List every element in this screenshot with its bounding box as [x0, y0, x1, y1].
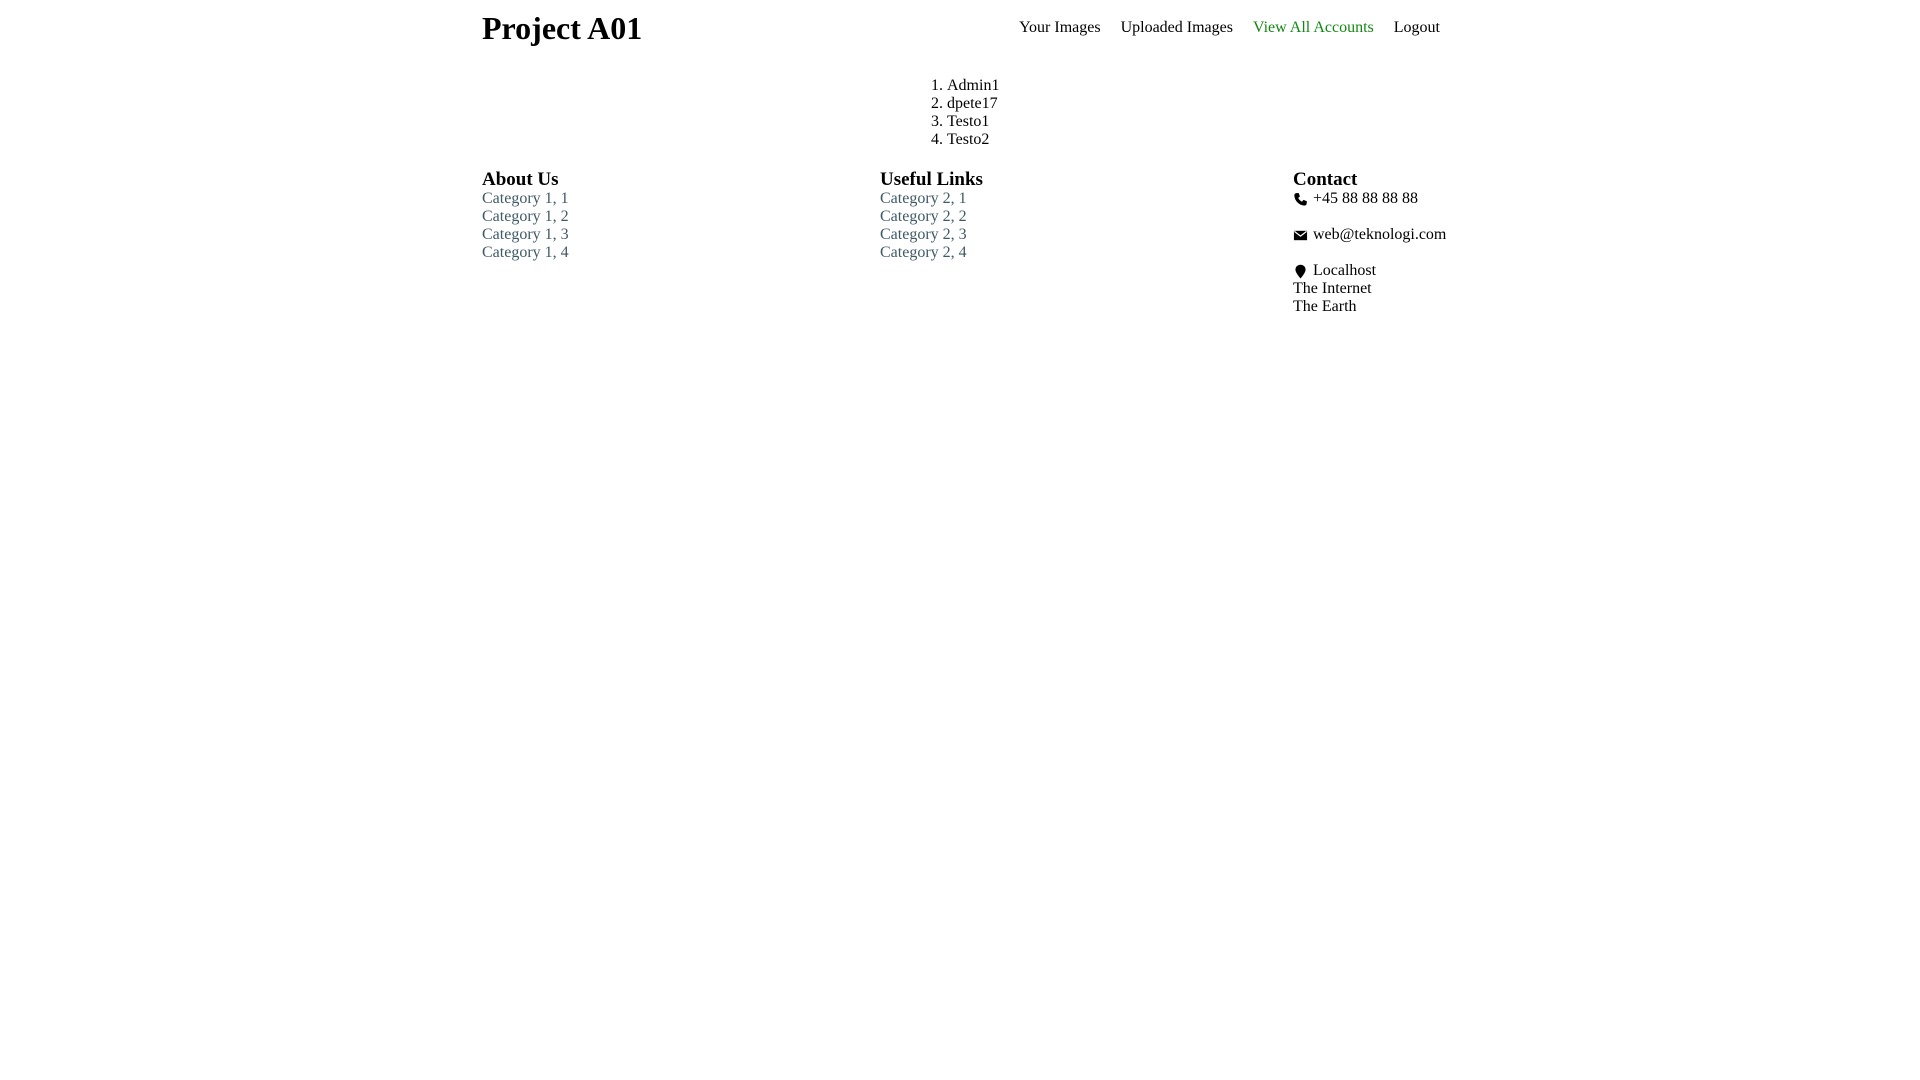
account-item: Admin1	[947, 77, 999, 95]
account-item: dpete17	[947, 95, 999, 113]
main-nav: Your Images Uploaded Images View All Acc…	[1019, 19, 1440, 37]
address-line-1: Localhost	[1313, 262, 1377, 279]
page: Project A01 Your Images Uploaded Images …	[0, 0, 1920, 1080]
nav-logout[interactable]: Logout	[1394, 19, 1440, 37]
about-link-1[interactable]: Category 1, 1	[482, 190, 569, 208]
footer-contact-section: Contact +45 88 88 88 88 web@teknologi.co…	[1293, 170, 1446, 316]
contact-spacer	[1293, 244, 1446, 262]
useful-link-3[interactable]: Category 2, 3	[880, 226, 983, 244]
useful-link-4[interactable]: Category 2, 4	[880, 244, 983, 262]
useful-link-1[interactable]: Category 2, 1	[880, 190, 983, 208]
contact-heading: Contact	[1293, 169, 1358, 190]
contact-phone-text: +45 88 88 88 88	[1313, 190, 1419, 207]
contact-spacer	[1293, 208, 1446, 226]
map-marker-icon	[1293, 264, 1308, 279]
contact-address: Localhost	[1293, 262, 1446, 280]
accounts-list: Admin1 dpete17 Testo1 Testo2	[929, 77, 999, 149]
site-title: Project A01	[482, 10, 643, 46]
nav-uploaded-images[interactable]: Uploaded Images	[1121, 19, 1233, 37]
phone-icon	[1293, 192, 1308, 207]
envelope-icon	[1293, 228, 1308, 243]
contact-email: web@teknologi.com	[1293, 226, 1446, 244]
account-item: Testo2	[947, 131, 999, 149]
footer-useful-links-section: Useful Links Category 2, 1 Category 2, 2…	[880, 170, 983, 262]
footer-about-section: About Us Category 1, 1 Category 1, 2 Cat…	[482, 170, 569, 262]
contact-phone: +45 88 88 88 88	[1293, 190, 1446, 208]
useful-link-2[interactable]: Category 2, 2	[880, 208, 983, 226]
about-link-2[interactable]: Category 1, 2	[482, 208, 569, 226]
site-header: Project A01 Your Images Uploaded Images …	[482, 8, 1440, 48]
nav-view-all-accounts[interactable]: View All Accounts	[1253, 19, 1374, 37]
address-line-2: The Internet	[1293, 280, 1372, 297]
nav-your-images[interactable]: Your Images	[1019, 19, 1100, 37]
account-item: Testo1	[947, 113, 999, 131]
contact-email-text: web@teknologi.com	[1313, 226, 1447, 243]
about-heading: About Us	[482, 169, 559, 190]
about-link-4[interactable]: Category 1, 4	[482, 244, 569, 262]
useful-links-heading: Useful Links	[880, 169, 983, 190]
address-line-3: The Earth	[1293, 298, 1357, 315]
about-link-3[interactable]: Category 1, 3	[482, 226, 569, 244]
